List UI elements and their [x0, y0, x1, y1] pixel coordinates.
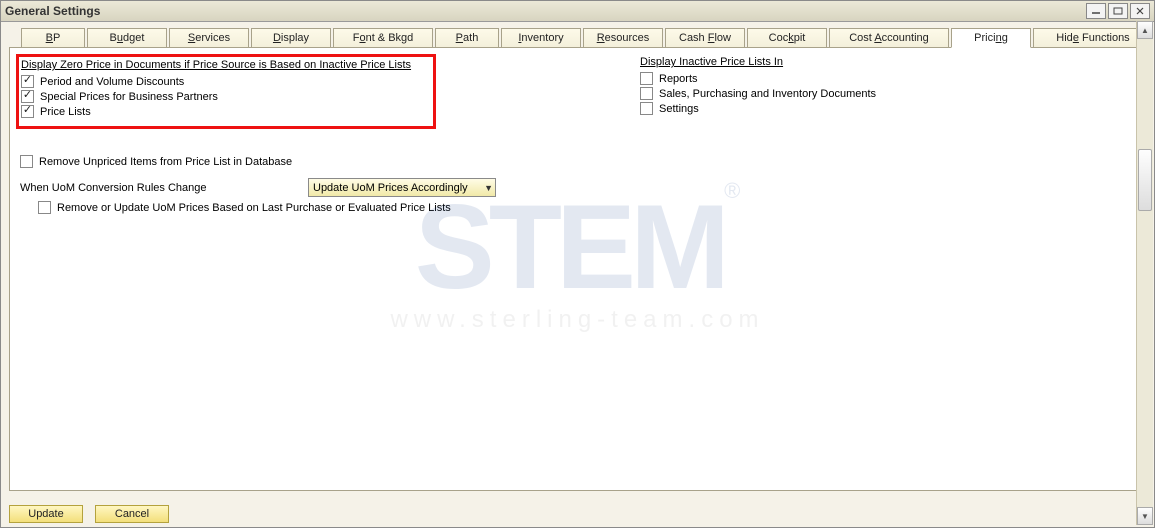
inactive-title: Display Inactive Price Lists In	[640, 56, 1135, 68]
zero-price-label-2: Price Lists	[40, 106, 91, 118]
uom-change-dropdown[interactable]: Update UoM Prices Accordingly ▼	[308, 178, 496, 197]
tab-panel-pricing: STEM® www.sterling-team.com Display Zero…	[9, 47, 1146, 491]
inactive-row-1[interactable]: Sales, Purchasing and Inventory Document…	[640, 87, 1135, 100]
window-title: General Settings	[5, 4, 100, 18]
close-button[interactable]	[1130, 3, 1150, 19]
tab-9[interactable]: Cockpit	[747, 28, 827, 48]
inactive-label-0: Reports	[659, 73, 698, 85]
tab-12[interactable]: Hide Functions	[1033, 28, 1153, 48]
tab-10[interactable]: Cost Accounting	[829, 28, 949, 48]
tab-bar: BPBudgetServicesDisplayFont & BkgdPathIn…	[1, 28, 1154, 48]
zero-price-label-1: Special Prices for Business Partners	[40, 91, 218, 103]
vertical-scrollbar[interactable]: ▲ ▼	[1136, 21, 1153, 525]
scroll-thumb[interactable]	[1138, 149, 1152, 211]
uom-remove-checkbox[interactable]	[38, 201, 51, 214]
zero-price-checkbox-0[interactable]	[21, 75, 34, 88]
remove-unpriced-row[interactable]: Remove Unpriced Items from Price List in…	[20, 155, 640, 168]
highlight-zero-price-section: Display Zero Price in Documents if Price…	[16, 54, 436, 129]
chevron-down-icon: ▼	[484, 183, 493, 193]
tab-7[interactable]: Resources	[583, 28, 663, 48]
zero-price-title: Display Zero Price in Documents if Price…	[21, 59, 429, 71]
remove-unpriced-checkbox[interactable]	[20, 155, 33, 168]
tab-4[interactable]: Font & Bkgd	[333, 28, 433, 48]
tab-2[interactable]: Services	[169, 28, 249, 48]
minimize-button[interactable]	[1086, 3, 1106, 19]
zero-price-label-0: Period and Volume Discounts	[40, 76, 184, 88]
update-button[interactable]: Update	[9, 505, 83, 523]
tab-3[interactable]: Display	[251, 28, 331, 48]
inactive-label-2: Settings	[659, 103, 699, 115]
inactive-checkbox-0[interactable]	[640, 72, 653, 85]
inactive-checkbox-2[interactable]	[640, 102, 653, 115]
maximize-button[interactable]	[1108, 3, 1128, 19]
remove-unpriced-label: Remove Unpriced Items from Price List in…	[39, 156, 292, 168]
inactive-row-2[interactable]: Settings	[640, 102, 1135, 115]
zero-price-row-1[interactable]: Special Prices for Business Partners	[21, 90, 429, 103]
scroll-up-button[interactable]: ▲	[1137, 21, 1153, 39]
zero-price-checkbox-2[interactable]	[21, 105, 34, 118]
zero-price-row-0[interactable]: Period and Volume Discounts	[21, 75, 429, 88]
tab-6[interactable]: Inventory	[501, 28, 581, 48]
uom-remove-label: Remove or Update UoM Prices Based on Las…	[57, 202, 451, 214]
inactive-label-1: Sales, Purchasing and Inventory Document…	[659, 88, 876, 100]
zero-price-checkbox-1[interactable]	[21, 90, 34, 103]
cancel-button[interactable]: Cancel	[95, 505, 169, 523]
titlebar: General Settings	[1, 1, 1154, 22]
uom-change-label: When UoM Conversion Rules Change	[20, 182, 308, 194]
tab-8[interactable]: Cash Flow	[665, 28, 745, 48]
footer-buttons: Update Cancel	[9, 505, 169, 523]
tab-1[interactable]: Budget	[87, 28, 167, 48]
uom-remove-row[interactable]: Remove or Update UoM Prices Based on Las…	[38, 201, 640, 214]
inactive-row-0[interactable]: Reports	[640, 72, 1135, 85]
scroll-down-button[interactable]: ▼	[1137, 507, 1153, 525]
scroll-track[interactable]	[1137, 39, 1153, 507]
zero-price-row-2[interactable]: Price Lists	[21, 105, 429, 118]
uom-change-value: Update UoM Prices Accordingly	[313, 182, 468, 194]
tab-11[interactable]: Pricing	[951, 28, 1031, 48]
tab-5[interactable]: Path	[435, 28, 499, 48]
tab-0[interactable]: BP	[21, 28, 85, 48]
inactive-checkbox-1[interactable]	[640, 87, 653, 100]
